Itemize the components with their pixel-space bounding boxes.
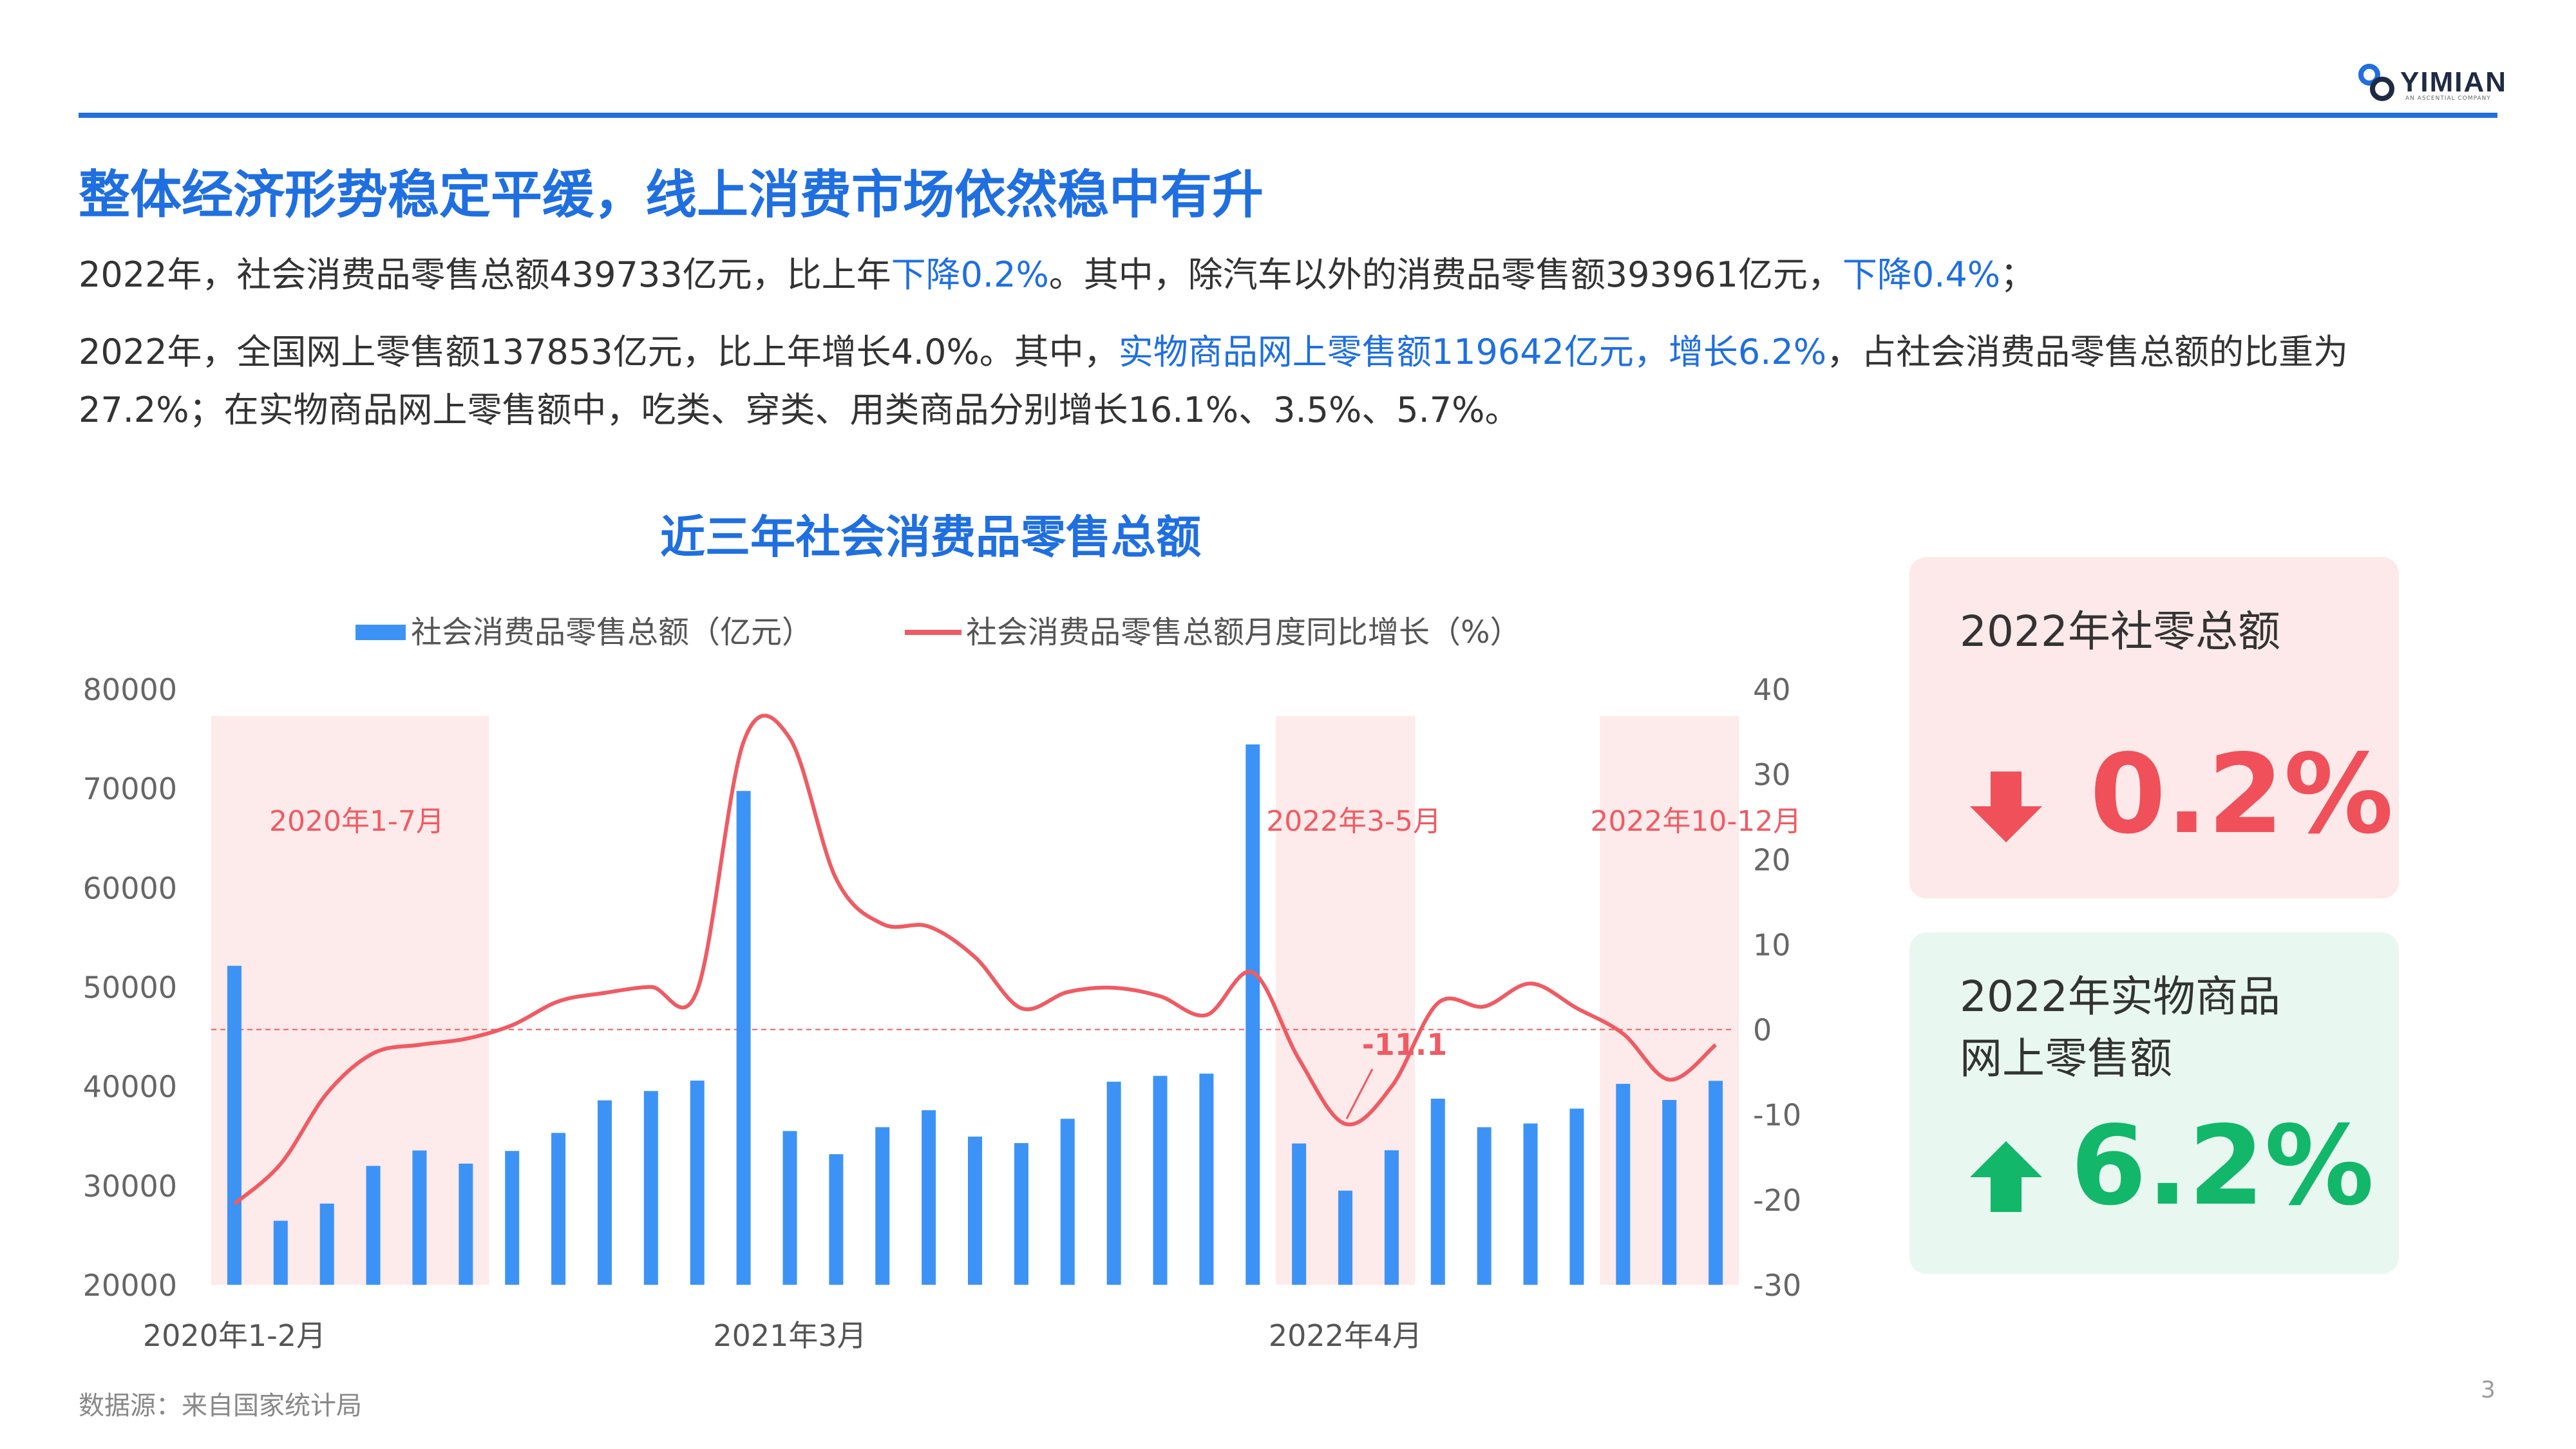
online-retail-label-line2: 网上零售额 xyxy=(1960,1034,2172,1083)
retail-total-card: 2022年社零总额 0.2% xyxy=(1909,557,2399,898)
shaded-period-0 xyxy=(211,716,489,1285)
right-axis-tick-1: 30 xyxy=(1753,757,1791,792)
shaded-period-label-2: 2022年10-12月 xyxy=(1590,805,1801,838)
legend-swatch-bar xyxy=(355,625,406,640)
brand-tagline: AN ASCENTIAL COMPANY xyxy=(2405,95,2491,102)
online-retail-card: 2022年实物商品 网上零售额 6.2% xyxy=(1909,933,2399,1274)
left-axis-tick-1: 70000 xyxy=(83,772,177,806)
retail-total-value: 0.2% xyxy=(2090,731,2394,858)
bar-7 xyxy=(551,1133,566,1285)
bar-23 xyxy=(1292,1143,1307,1285)
bar-12 xyxy=(782,1131,797,1285)
bar-25 xyxy=(1384,1150,1399,1285)
bar-29 xyxy=(1569,1108,1584,1285)
left-axis-tick-4: 40000 xyxy=(83,1070,177,1104)
paragraph1-text-3: ； xyxy=(2000,254,2036,295)
bar-13 xyxy=(829,1154,844,1285)
brand-logo: YIMIAN AN ASCENTIAL COMPANY xyxy=(2354,57,2507,108)
bar-31 xyxy=(1662,1100,1677,1285)
brand-name: YIMIAN xyxy=(2400,66,2507,98)
left-axis-tick-3: 50000 xyxy=(83,971,177,1005)
bar-11 xyxy=(736,791,751,1285)
bar-14 xyxy=(875,1127,890,1285)
right-axis-tick-5: -10 xyxy=(1753,1098,1801,1133)
yimian-logo-icon xyxy=(2358,64,2394,101)
bar-24 xyxy=(1338,1190,1353,1285)
online-retail-value: 6.2% xyxy=(2070,1103,2374,1230)
legend-label-line: 社会消费品零售总额月度同比增长（%） xyxy=(966,614,1521,650)
x-axis-tick-2: 2022年4月 xyxy=(1269,1318,1422,1353)
right-axis-tick-6: -20 xyxy=(1753,1183,1801,1218)
annotation-label: -11.1 xyxy=(1362,1027,1448,1062)
left-axis-tick-6: 20000 xyxy=(83,1268,177,1303)
online-retail-label-line1: 2022年实物商品 xyxy=(1960,972,2280,1021)
right-axis-tick-7: -30 xyxy=(1753,1268,1801,1303)
bar-2 xyxy=(319,1203,334,1285)
bar-18 xyxy=(1060,1119,1075,1285)
bar-4 xyxy=(412,1150,427,1285)
bar-10 xyxy=(690,1080,705,1285)
bar-21 xyxy=(1199,1074,1214,1285)
chart-labels: 2020年1-7月 2022年3-5月 2022年10-12月 -11.1 xyxy=(269,805,1801,1119)
x-axis-tick-0: 2020年1-2月 xyxy=(143,1318,326,1353)
legend-swatch-line xyxy=(905,630,961,635)
bar-20 xyxy=(1153,1075,1168,1285)
right-axis-tick-4: 0 xyxy=(1753,1013,1772,1048)
bar-30 xyxy=(1616,1084,1631,1285)
bar-3 xyxy=(366,1166,381,1285)
right-axis-tick-2: 20 xyxy=(1753,842,1791,877)
right-axis-tick-3: 10 xyxy=(1753,927,1791,962)
bar-22 xyxy=(1245,744,1260,1285)
bar-32 xyxy=(1709,1081,1723,1285)
bar-0 xyxy=(227,965,242,1285)
bar-1 xyxy=(273,1220,288,1285)
bar-26 xyxy=(1430,1099,1445,1285)
bar-8 xyxy=(597,1100,612,1285)
bar-17 xyxy=(1014,1142,1028,1285)
x-axis-tick-1: 2021年3月 xyxy=(713,1318,866,1353)
bar-9 xyxy=(643,1091,658,1285)
retail-sales-chart: 80000 70000 60000 50000 40000 30000 20000 40 30 2… xyxy=(83,614,1802,1353)
bar-5 xyxy=(459,1163,473,1285)
right-axis-tick-0: 40 xyxy=(1753,672,1791,707)
bar-15 xyxy=(922,1110,936,1285)
bar-6 xyxy=(505,1151,520,1285)
legend-label-bar: 社会消费品零售总额（亿元） xyxy=(411,614,813,650)
retail-total-label: 2022年社零总额 xyxy=(1960,607,2280,656)
shaded-period-label-0: 2020年1-7月 xyxy=(269,805,444,838)
page-number: 3 xyxy=(2481,1377,2496,1403)
left-axis-tick-2: 60000 xyxy=(83,871,177,905)
arrow-up-icon xyxy=(1970,1141,2042,1212)
arrow-down-icon xyxy=(1970,772,2042,842)
shaded-period-label-1: 2022年3-5月 xyxy=(1266,805,1441,838)
bar-19 xyxy=(1106,1081,1121,1285)
left-axis-tick-5: 30000 xyxy=(83,1169,177,1204)
bar-28 xyxy=(1523,1123,1538,1285)
left-axis-tick-0: 80000 xyxy=(83,672,177,707)
bar-16 xyxy=(968,1136,982,1285)
chart-legend: 社会消费品零售总额（亿元） 社会消费品零售总额月度同比增长（%） xyxy=(355,614,1521,650)
bar-27 xyxy=(1477,1127,1492,1285)
data-source: 数据源：来自国家统计局 xyxy=(79,1391,362,1421)
